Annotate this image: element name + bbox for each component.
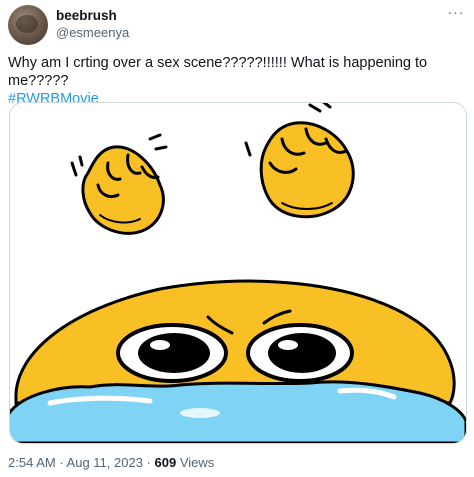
crying-emoji-illustration: [10, 103, 466, 443]
avatar[interactable]: [8, 5, 48, 45]
meta-separator: ·: [55, 455, 67, 470]
tweet-media-image[interactable]: [9, 102, 467, 444]
views-label: Views: [179, 455, 215, 470]
tweet-meta: 2:54 AM · Aug 11, 2023 · 609 Views: [8, 455, 214, 471]
left-hand: [81, 145, 165, 235]
right-hand: [259, 121, 355, 219]
tweet-date[interactable]: Aug 11, 2023: [67, 455, 143, 470]
tear-puddle: [10, 380, 466, 443]
meta-separator-2: ·: [142, 455, 155, 470]
tweet-header: beebrush @esmeenya ···: [8, 5, 466, 45]
views-count: 609: [154, 455, 177, 470]
tweet-time[interactable]: 2:54 AM: [8, 455, 56, 470]
more-options-icon[interactable]: ···: [446, 5, 466, 21]
display-name[interactable]: beebrush: [56, 7, 129, 24]
tweet-body: Why am I crting over a sex scene?????!!!…: [8, 55, 428, 89]
author-names: beebrush @esmeenya: [56, 7, 129, 41]
tweet-text: Why am I crting over a sex scene?????!!!…: [8, 54, 464, 108]
user-handle[interactable]: @esmeenya: [56, 24, 129, 41]
